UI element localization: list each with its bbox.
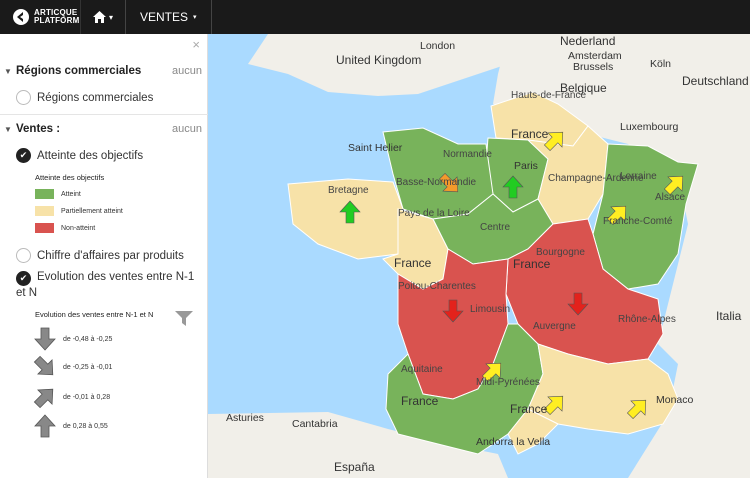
label-paris: Paris [514, 160, 538, 172]
layer-label: Régions commerciales [37, 91, 154, 104]
legend-label: de -0,25 à -0,01 [63, 363, 113, 371]
label-france-west: France [394, 256, 432, 270]
section-ventes-title: Ventes : [16, 123, 61, 135]
legend-label: de -0,48 à -0,25 [63, 335, 113, 343]
label-cantabria: Cantabria [292, 418, 338, 430]
legend-item-non-atteint: Non-atteint [35, 223, 95, 233]
label-auvergne: Auvergne [533, 321, 576, 332]
filter-icon[interactable] [175, 311, 193, 327]
label-alsace: Alsace [655, 192, 686, 203]
top-bar: ARTICQUE PLATFORM ▾ VENTES ▾ [0, 0, 750, 34]
arrow-up-icon [34, 414, 56, 438]
clear-ventes-link[interactable]: aucun [172, 123, 202, 135]
ventes-menu-label: VENTES [140, 10, 189, 24]
layer-label: Atteinte des objectifs [37, 149, 144, 162]
label-asturies: Asturies [226, 412, 264, 424]
label-limousin: Limousin [470, 304, 511, 315]
label-aquitaine: Aquitaine [401, 364, 443, 375]
label-italia: Italia [716, 309, 742, 323]
label-nederland: Nederland [560, 34, 616, 48]
label-poitou: Poitou-Charentes [398, 281, 476, 292]
label-hauts-de-france: Hauts-de-France [511, 90, 587, 101]
radio-unchecked-icon[interactable] [16, 90, 31, 105]
label-deutschland: Deutschland [682, 74, 749, 88]
legend-title: Atteinte des objectifs [35, 173, 105, 182]
clear-regions-link[interactable]: aucun [172, 65, 202, 77]
arrow-down-icon [34, 327, 56, 351]
collapse-triangle-icon: ▼ [4, 66, 12, 76]
label-france-north: France [511, 127, 549, 141]
label-saint-helier: Saint Helier [348, 142, 403, 154]
label-lorraine: Lorraine [620, 171, 657, 182]
label-france-sw: France [401, 394, 439, 408]
layer-label: Chiffre d'affaires par produits [37, 249, 184, 262]
label-rhone-alpes: Rhône-Alpes [618, 314, 676, 325]
label-midi-pyrenees: Midi-Pyrénées [476, 377, 540, 388]
legend-label: de 0,28 à 0,55 [63, 422, 108, 430]
legend-label: de -0,01 à 0,28 [63, 393, 111, 401]
home-menu-button[interactable]: ▾ [80, 0, 126, 34]
legend-item-atteint: Atteint [35, 189, 81, 199]
legend-arrow-item: de 0,28 à 0,55 [33, 414, 108, 438]
map-canvas [208, 34, 750, 478]
checkmark-icon[interactable]: ✔ [16, 148, 31, 163]
ventes-menu[interactable]: VENTES ▾ [126, 0, 212, 34]
chevron-down-icon: ▾ [193, 14, 197, 21]
label-brussels: Brussels [573, 61, 614, 73]
label-normandie: Normandie [443, 149, 492, 160]
home-icon [92, 11, 106, 23]
label-uk: United Kingdom [336, 53, 422, 67]
label-bourgogne: Bourgogne [536, 247, 585, 258]
legend-arrow-item: de -0,25 à -0,01 [33, 355, 112, 379]
chevron-down-icon: ▾ [108, 12, 113, 22]
label-andorra: Andorra la Vella [476, 436, 551, 448]
layer-chiffre-affaires[interactable]: Chiffre d'affaires par produits [16, 248, 184, 263]
layer-atteinte-objectifs[interactable]: ✔ Atteinte des objectifs [16, 148, 143, 163]
layers-sidebar: × ▼ Régions commerciales aucun Régions c… [0, 34, 208, 478]
arrow-up-right-icon [33, 388, 54, 409]
legend-swatch [35, 223, 54, 233]
label-bretagne: Bretagne [328, 185, 369, 196]
brand-line2: PLATFORM [34, 16, 80, 25]
layer-evolution-label-cont: et N [16, 287, 37, 299]
arrow-down-right-icon [33, 355, 54, 376]
legend-arrow-item: de -0,01 à 0,28 [33, 385, 110, 409]
layer-evolution-ventes[interactable]: ✔ Evolution des ventes entre N-1 [16, 271, 194, 286]
checkmark-icon[interactable]: ✔ [16, 271, 31, 286]
legend-item-partiel: Partiellement atteint [35, 206, 123, 216]
close-icon[interactable]: × [192, 37, 200, 52]
legend-title: Evolution des ventes entre N-1 et N [35, 310, 154, 319]
radio-unchecked-icon[interactable] [16, 248, 31, 263]
brand-logo[interactable]: ARTICQUE PLATFORM [0, 0, 80, 34]
collapse-triangle-icon: ▼ [4, 124, 12, 134]
label-france-south: France [510, 402, 548, 416]
section-ventes-header[interactable]: ▼ Ventes : aucun [0, 120, 208, 138]
legend-label: Partiellement atteint [61, 207, 123, 215]
label-luxembourg: Luxembourg [620, 121, 679, 133]
legend-arrow-item: de -0,48 à -0,25 [33, 327, 112, 351]
layer-label-line2: et N [16, 287, 38, 299]
label-basse-normandie: Basse-Normandie [396, 177, 477, 188]
label-koln: Köln [650, 58, 672, 70]
legend-swatch [35, 206, 54, 216]
layer-regions-commerciales[interactable]: Régions commerciales [16, 90, 153, 105]
label-espana: España [334, 460, 375, 474]
articque-logo-icon [13, 9, 29, 25]
label-monaco: Monaco [656, 394, 694, 406]
label-franche-comte: Franche-Comté [603, 216, 673, 227]
label-centre: Centre [480, 222, 511, 233]
legend-label: Non-atteint [61, 224, 96, 232]
legend-label: Atteint [61, 190, 81, 198]
label-france-center: France [513, 257, 551, 271]
label-london: London [420, 40, 456, 52]
label-pays-de-la-loire: Pays de la Loire [398, 208, 470, 219]
layer-label: Evolution des ventes entre N-1 [37, 271, 195, 283]
map-view[interactable]: United Kingdom Nederland Amsterdam Londo… [208, 34, 750, 478]
section-regions-header[interactable]: ▼ Régions commerciales aucun [0, 62, 208, 80]
divider [0, 114, 208, 115]
section-regions-title: Régions commerciales [16, 65, 142, 77]
legend-swatch [35, 189, 54, 199]
